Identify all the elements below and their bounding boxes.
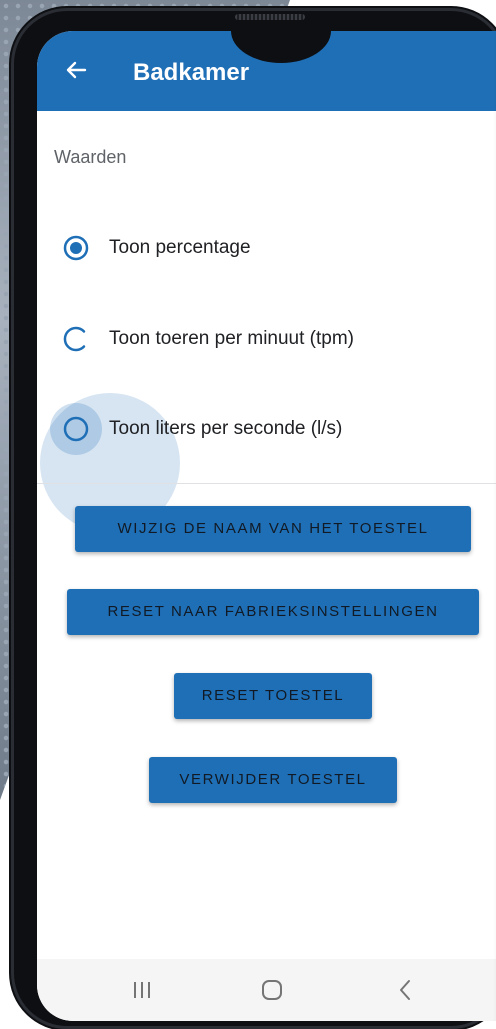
- option-percentage[interactable]: Toon percentage: [37, 220, 496, 276]
- radio-loading-icon[interactable]: [62, 325, 90, 353]
- delete-button[interactable]: VERWIJDER TOESTEL: [149, 757, 397, 803]
- option-label: Toon percentage: [109, 237, 251, 258]
- option-lps[interactable]: Toon liters per seconde (l/s): [37, 393, 496, 533]
- rename-button[interactable]: WIJZIG DE NAAM VAN HET TOESTEL: [75, 506, 471, 552]
- option-label: Toon toeren per minuut (tpm): [109, 328, 355, 349]
- divider: [37, 483, 496, 484]
- radio-selected-icon[interactable]: [62, 234, 90, 262]
- radio-pressed-icon[interactable]: [40, 393, 180, 533]
- stage: Badkamer Waarden Toon percentage Toon to…: [0, 0, 496, 1029]
- back-icon[interactable]: [393, 977, 419, 1003]
- system-nav-bar: [37, 959, 496, 1021]
- page-title: Badkamer: [133, 59, 250, 86]
- factory-reset-button[interactable]: RESET NAAR FABRIEKSINSTELLINGEN: [67, 589, 479, 635]
- home-icon[interactable]: [259, 977, 285, 1003]
- speaker-grille: [235, 14, 305, 20]
- section-label: Waarden: [54, 147, 127, 167]
- option-label: Toon liters per seconde (l/s): [109, 418, 343, 439]
- app-screen: Badkamer Waarden Toon percentage Toon to…: [37, 31, 496, 1021]
- reset-button[interactable]: RESET TOESTEL: [174, 673, 372, 719]
- phone-frame: Badkamer Waarden Toon percentage Toon to…: [9, 6, 496, 1029]
- option-rpm[interactable]: Toon toeren per minuut (tpm): [37, 311, 496, 367]
- back-arrow-icon[interactable]: [59, 53, 93, 87]
- recents-icon[interactable]: [129, 977, 155, 1003]
